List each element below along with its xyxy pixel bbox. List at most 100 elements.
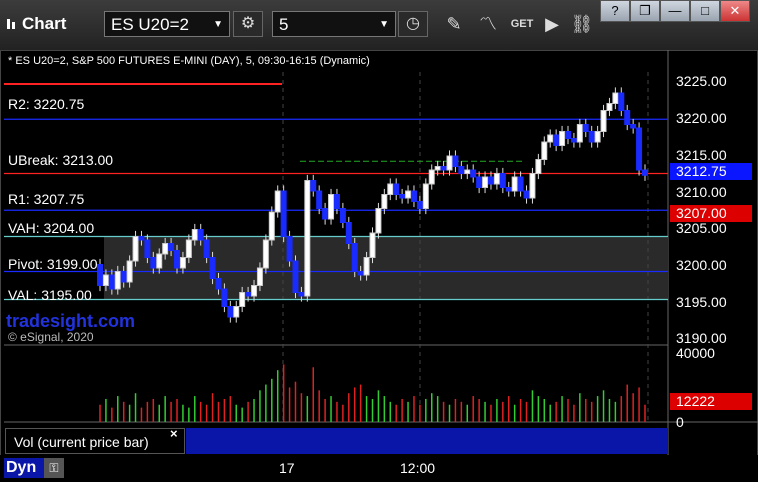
candle-body [606, 103, 613, 111]
candle-body [322, 208, 329, 220]
candle-body [535, 159, 542, 174]
candle-body [564, 131, 571, 139]
candle-body [547, 134, 554, 143]
y-tick: 3195.00 [676, 294, 727, 310]
candle-body [369, 232, 376, 258]
price-chart[interactable] [0, 0, 758, 482]
level-label-r2: R2: 3220.75 [8, 96, 85, 112]
candle-body [233, 306, 240, 318]
candle-body [523, 190, 530, 199]
candle-body [410, 190, 417, 202]
candle-body [642, 169, 648, 176]
scroll-bar[interactable] [186, 428, 668, 454]
candle-body [493, 173, 500, 185]
candle-body [262, 239, 269, 269]
candle-body [132, 236, 139, 262]
volume-study-label: Vol (current price bar) [14, 434, 149, 450]
dynamic-mode-button[interactable]: Dyn [4, 458, 44, 478]
lock-icon[interactable]: ⚿ [44, 458, 64, 478]
candle-body [422, 183, 429, 209]
y-tick: 3190.00 [676, 330, 727, 346]
y-tick: 3200.00 [676, 257, 727, 273]
candle-body [203, 239, 210, 258]
x-tick: 12:00 [400, 460, 436, 476]
candle-body [399, 194, 406, 199]
candle-body [185, 239, 192, 258]
candle-body [150, 257, 157, 269]
candle-body [310, 180, 317, 192]
candle-body [215, 278, 222, 290]
candle-body [594, 131, 601, 143]
candle-body [328, 194, 335, 220]
candle-body [381, 194, 388, 209]
candle-body [114, 271, 121, 290]
candle-body [221, 288, 228, 307]
candle-body [476, 176, 483, 188]
dynamic-mode-label: Dyn [6, 459, 37, 476]
candle-body [618, 92, 625, 111]
candle-body [179, 257, 186, 269]
candle-body [245, 292, 252, 297]
candle-body [588, 131, 595, 143]
candle-body [416, 201, 423, 209]
candle-body [517, 176, 524, 192]
volume-tick: 0 [676, 414, 684, 430]
candle-body [286, 236, 293, 262]
candle-body [168, 243, 175, 251]
candle-body [393, 183, 400, 195]
copyright: © eSignal, 2020 [8, 330, 94, 344]
candle-body [357, 271, 364, 276]
candle-body [387, 183, 394, 195]
candle-body [446, 155, 453, 171]
candle-body [126, 260, 133, 283]
level-label-pivot: Pivot: 3199.00 [8, 256, 98, 272]
candle-body [541, 141, 548, 160]
candle-body [559, 131, 566, 146]
chart-header: * ES U20=2, S&P 500 FUTURES E-MINI (DAY)… [8, 55, 370, 67]
candle-body [375, 208, 382, 234]
candle-body [256, 267, 263, 286]
candle-body [452, 155, 459, 167]
candle-body [464, 169, 471, 174]
candle-body [108, 274, 115, 290]
time-axis [0, 455, 758, 482]
candle-body [138, 236, 145, 241]
y-tick: 3205.00 [676, 220, 727, 236]
y-tick: 3210.00 [676, 184, 727, 200]
candle-body [304, 180, 311, 297]
candle-body [345, 222, 352, 244]
y-tick: 3220.00 [676, 110, 727, 126]
candle-body [576, 124, 583, 143]
candle-body [197, 229, 204, 241]
y-tick: 3225.00 [676, 73, 727, 89]
candle-body [292, 260, 299, 293]
watermark: tradesight.com [6, 311, 136, 331]
level-price-badge: 3207.00 [670, 205, 752, 222]
candle-body [511, 176, 518, 192]
close-icon[interactable]: × [170, 426, 178, 441]
candle-body [298, 292, 305, 297]
candle-body [333, 194, 340, 209]
last-volume-badge: 12222 [670, 393, 752, 410]
candle-body [144, 239, 151, 258]
candle-body [102, 274, 109, 286]
candle-body [570, 138, 577, 143]
candle-body [505, 187, 512, 192]
candle-body [251, 285, 258, 297]
candle-body [458, 166, 465, 174]
candle-body [280, 190, 287, 237]
candle-body [630, 124, 637, 129]
x-tick: 17 [279, 460, 295, 476]
candle-body [482, 176, 489, 188]
candle-body [209, 257, 216, 279]
candle-body [612, 92, 619, 104]
candle-body [582, 124, 589, 132]
candle-body [600, 110, 607, 132]
candle-body [499, 173, 506, 188]
candle-body [434, 166, 441, 171]
level-label-ubreak: UBreak: 3213.00 [8, 152, 114, 168]
candle-body [268, 211, 275, 241]
candle-body [428, 169, 435, 185]
volume-tick: 40000 [676, 345, 715, 361]
candle-body [405, 190, 412, 199]
